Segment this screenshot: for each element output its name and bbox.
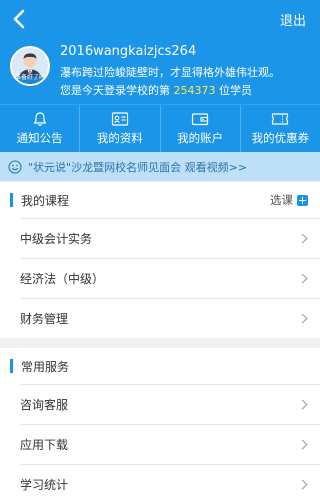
common-services-section: 常用服务 咨询客服 应用下载 学习统计 [0,348,320,498]
tab-account[interactable]: 我的账户 [161,105,241,152]
section-title: 常用服务 [21,359,70,374]
notice-text: "状元说"沙龙暨网校名师见面会 观看视频>> [28,160,248,174]
select-course-button[interactable]: 选课 [270,192,308,208]
id-card-icon [111,112,128,126]
notice-banner[interactable]: "状元说"沙龙暨网校名师见面会 观看视频>> [0,152,320,181]
section-accent [10,193,13,207]
course-item[interactable]: 中级会计实务 [20,218,320,258]
chevron-left-icon [13,9,25,29]
service-item[interactable]: 学习统计 [20,464,320,498]
username: 2016wangkaizjcs264 [60,44,197,59]
select-course-label: 选课 [270,193,293,207]
tab-label: 通知公告 [16,131,63,145]
course-item[interactable]: 财务管理 [20,298,320,338]
service-label: 咨询客服 [20,398,69,412]
plus-icon [297,194,308,206]
chevron-right-icon [297,479,308,490]
service-label: 学习统计 [20,478,69,492]
back-button[interactable] [10,8,30,30]
login-rank: 您是今天登录学校的第 254373 位学员 [60,82,252,98]
chevron-right-icon [297,273,308,284]
section-header: 我的课程 选课 [0,182,320,218]
logout-button[interactable]: 退出 [280,10,306,29]
chevron-right-icon [297,399,308,410]
service-item[interactable]: 咨询客服 [20,384,320,424]
tab-profile[interactable]: 我的资料 [80,105,161,152]
profile-header: 退出 准备好了吗 2016wangkaizjcs264 瀑布跨过险峻陡壁时，才显… [0,0,320,104]
course-label: 财务管理 [20,312,69,326]
rank-suffix: 位学员 [215,84,252,97]
chevron-right-icon [297,439,308,450]
service-item[interactable]: 应用下载 [20,424,320,464]
rank-number: 254373 [173,84,216,97]
rank-prefix: 您是今天登录学校的第 [60,84,174,97]
tab-label: 我的优惠券 [251,131,310,145]
section-title: 我的课程 [21,193,70,208]
course-item[interactable]: 经济法（中级） [20,258,320,298]
course-label: 中级会计实务 [20,232,93,246]
section-header: 常用服务 [0,348,320,384]
tab-notices[interactable]: 通知公告 [0,105,81,152]
service-label: 应用下载 [20,438,69,452]
chevron-right-icon [297,233,308,244]
wallet-icon [192,113,209,126]
avatar-caption: 准备好了吗 [14,74,45,81]
tab-coupons[interactable]: 我的优惠券 [241,105,320,152]
chevron-right-icon [297,313,308,324]
tab-label: 我的资料 [96,131,143,145]
account-tabbar: 通知公告 我的资料 我的账户 我的优惠券 [0,104,320,152]
my-courses-section: 我的课程 选课 中级会计实务 经济法（中级） 财务管理 [0,182,320,338]
motto-text: 瀑布跨过险峻陡壁时，才显得格外雄伟壮观。 [60,66,280,79]
avatar[interactable]: 准备好了吗 [10,46,50,86]
smile-icon [8,159,22,174]
section-accent [10,359,13,373]
bell-icon [33,112,46,126]
course-label: 经济法（中级） [20,272,105,286]
tab-label: 我的账户 [177,131,224,145]
ticket-icon [272,113,289,125]
